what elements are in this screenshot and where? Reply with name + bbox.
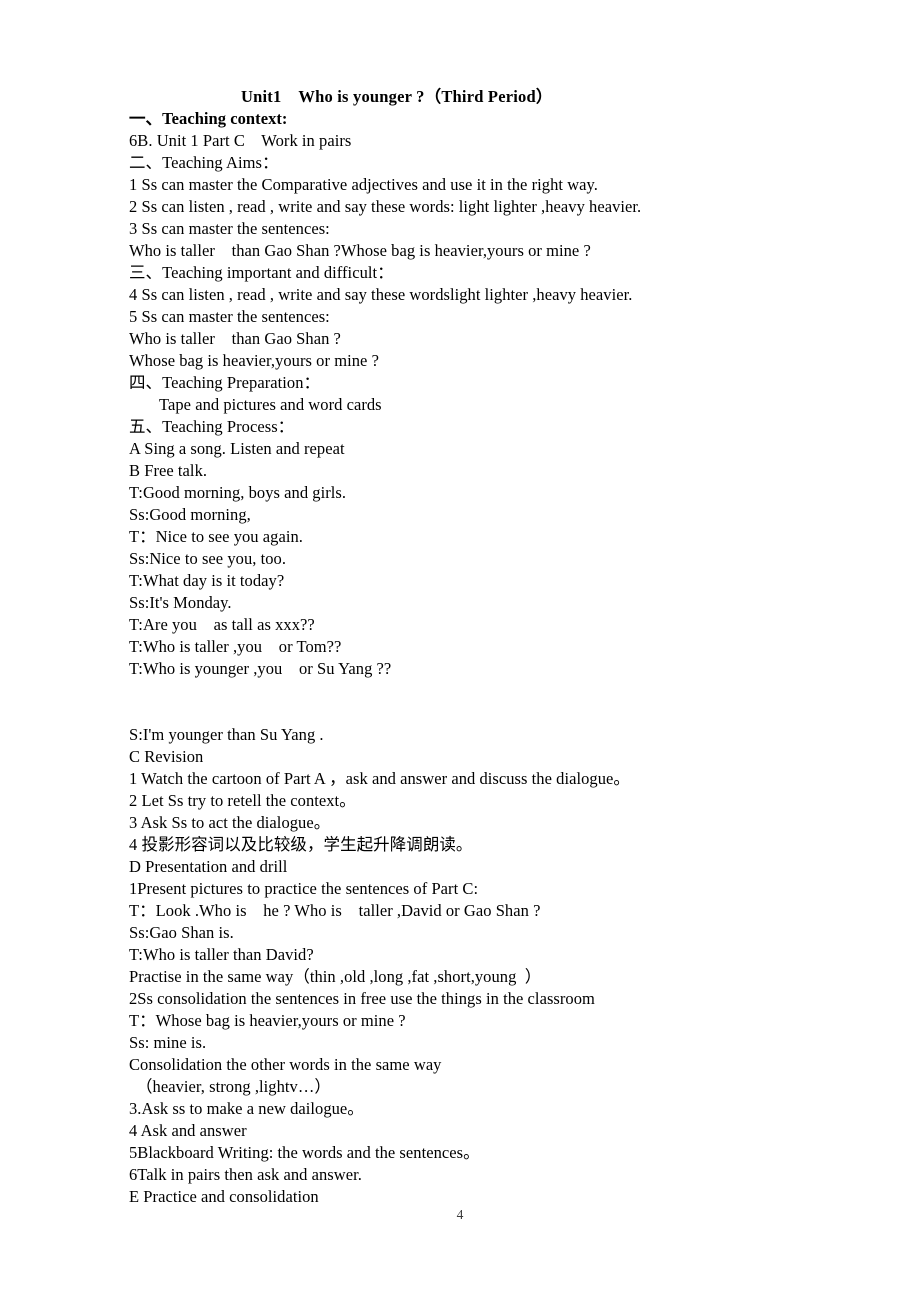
text-line: 5Blackboard Writing: the words and the s… — [129, 1143, 480, 1162]
text-line: T：Nice to see you again. — [129, 527, 303, 546]
text-line: 4 投影形容词以及比较级，学生起升降调朗读。 — [129, 835, 473, 854]
page-title: Unit1 Who is younger ?（Third Period） — [241, 87, 553, 106]
text-line: T:Who is younger ,you or Su Yang ?? — [129, 659, 392, 678]
text-line: Consolidation the other words in the sam… — [129, 1055, 442, 1074]
text-line: Ss:It's Monday. — [129, 593, 232, 612]
text-line: Whose bag is heavier,yours or mine ? — [129, 351, 379, 370]
text-line: T:What day is it today? — [129, 571, 285, 590]
text-line: T:Who is taller ,you or Tom?? — [129, 637, 342, 656]
text-line: T:Are you as tall as xxx?? — [129, 615, 315, 634]
text-line: 2 Let Ss try to retell the context。 — [129, 791, 356, 810]
text-line: 2 Ss can listen , read , write and say t… — [129, 197, 642, 216]
text-line: Practise in the same way（thin ,old ,long… — [129, 967, 542, 986]
text-line: 1Present pictures to practice the senten… — [129, 879, 479, 898]
text-line: A Sing a song. Listen and repeat — [129, 439, 345, 458]
text-line: T：Look .Who is he ? Who is taller ,David… — [129, 901, 541, 920]
text-line: 三、Teaching important and difficult： — [129, 263, 394, 282]
text-line: D Presentation and drill — [129, 857, 288, 876]
text-line: 6B. Unit 1 Part C Work in pairs — [129, 131, 352, 150]
document-body: Unit1 Who is younger ?（Third Period） 一、T… — [129, 86, 789, 1208]
text-line: C Revision — [129, 747, 204, 766]
text-line: Tape and pictures and word cards — [159, 395, 382, 414]
text-line: 4 Ss can listen , read , write and say t… — [129, 285, 633, 304]
text-line: T:Who is taller than David? — [129, 945, 314, 964]
text-line: （heavier, strong ,lightv…） — [136, 1077, 331, 1096]
text-line: 一、Teaching context: — [129, 109, 288, 128]
text-line: 五、Teaching Process： — [129, 417, 295, 436]
page-number: 4 — [456, 1207, 464, 1222]
text-line: 四、Teaching Preparation： — [129, 373, 321, 392]
text-line: 1 Watch the cartoon of Part A ，ask and a… — [129, 769, 630, 788]
text-line: Ss:Gao Shan is. — [129, 923, 234, 942]
text-line: Ss:Good morning, — [129, 505, 251, 524]
text-line: S:I'm younger than Su Yang . — [129, 725, 324, 744]
text-line: 3 Ss can master the sentences: — [129, 219, 330, 238]
text-line: Ss:Nice to see you, too. — [129, 549, 287, 568]
text-line: 1 Ss can master the Comparative adjectiv… — [129, 175, 598, 194]
text-line: T:Good morning, boys and girls. — [129, 483, 347, 502]
text-line: 6Talk in pairs then ask and answer. — [129, 1165, 362, 1184]
text-line: 二、Teaching Aims： — [129, 153, 279, 172]
text-line: Ss: mine is. — [129, 1033, 207, 1052]
text-line: 4 Ask and answer — [129, 1121, 247, 1140]
text-line: E Practice and consolidation — [129, 1187, 319, 1206]
document-text-block: 一、Teaching context: 6B. Unit 1 Part C Wor… — [129, 108, 789, 1208]
text-line: B Free talk. — [129, 461, 208, 480]
text-line: 5 Ss can master the sentences: — [129, 307, 330, 326]
text-line: 3 Ask Ss to act the dialogue。 — [129, 813, 331, 832]
text-line: 3.Ask ss to make a new dailogue。 — [129, 1099, 364, 1118]
text-line: Who is taller than Gao Shan ?Whose bag i… — [129, 241, 591, 260]
document-page: Unit1 Who is younger ?（Third Period） 一、T… — [0, 0, 920, 1302]
text-line: 2Ss consolidation the sentences in free … — [129, 989, 595, 1008]
text-line: T：Whose bag is heavier,yours or mine ? — [129, 1011, 406, 1030]
text-line: Who is taller than Gao Shan ? — [129, 329, 341, 348]
